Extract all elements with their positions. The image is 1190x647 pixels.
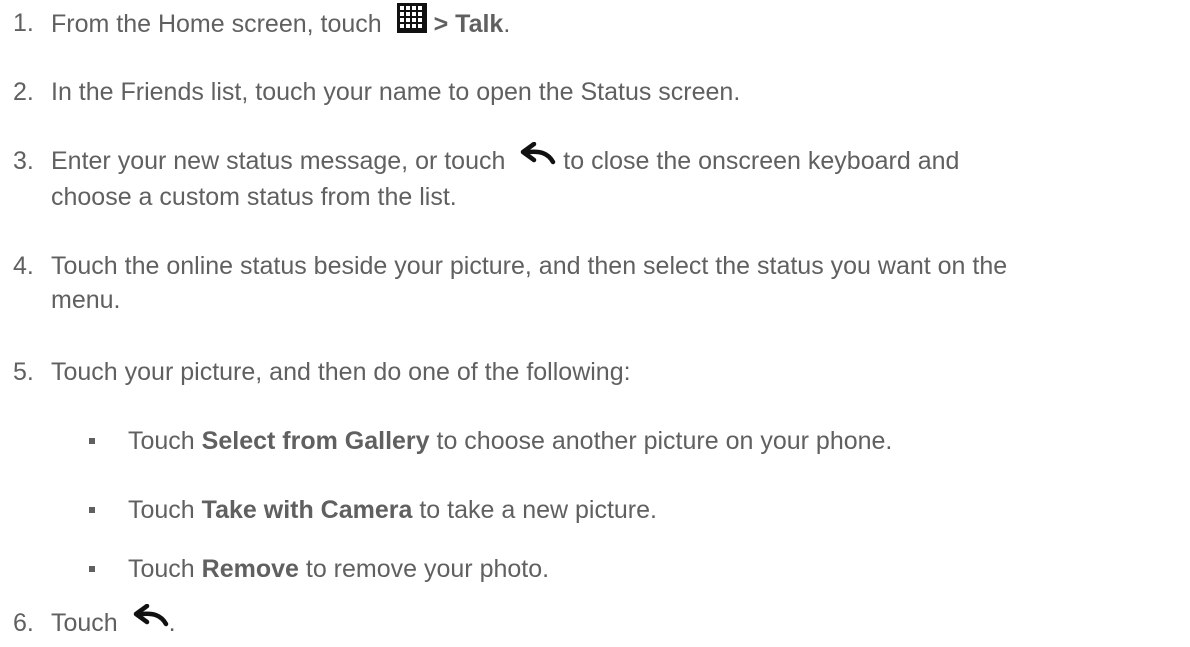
step-text-line2: choose a custom status from the list. [51, 182, 457, 211]
bullet-pre: Touch [128, 555, 202, 583]
bullet-post: to choose another picture on your phone. [429, 427, 893, 455]
step-text: Touch . [51, 603, 1163, 642]
bullet-bold: Select from Gallery [201, 427, 430, 455]
step-text: Enter your new status message, or touch … [51, 141, 1163, 214]
step-number: 4. [13, 252, 34, 280]
step-text-pre: From the Home screen, touch [51, 10, 382, 39]
step-5: 5. Touch your picture, and then do one o… [13, 355, 1163, 389]
step-number: 6. [13, 609, 34, 637]
step-number: 2. [13, 78, 34, 106]
bullet-square-icon [85, 552, 128, 586]
bullet-text: Touch Select from Gallery to choose anot… [128, 424, 892, 458]
bullet-text: Touch Remove to remove your photo. [128, 552, 549, 586]
step-6: 6. Touch . [13, 603, 1163, 642]
sub-option-bullet: Touch Remove to remove your photo. [85, 552, 1165, 586]
step-2: 2. In the Friends list, touch your name … [13, 75, 1163, 109]
sub-option-bullet: Touch Take with Camera to take a new pic… [85, 493, 1165, 527]
step-text-post: . [503, 10, 511, 39]
bullet-post: to take a new picture. [412, 496, 657, 524]
bullet-square-icon [85, 424, 128, 458]
step-number: 1. [13, 9, 34, 37]
step-text-pre: Touch [51, 609, 118, 637]
step-text-post: to close the onscreen keyboard and [556, 147, 960, 175]
bullet-text: Touch Take with Camera to take a new pic… [128, 493, 657, 527]
step-text: Touch the online status beside your pict… [51, 249, 1163, 317]
step-3: 3. Enter your new status message, or tou… [13, 141, 1163, 214]
back-arrow-icon [133, 603, 169, 639]
bullet-bold: Remove [201, 555, 299, 583]
bullet-pre: Touch [128, 427, 202, 455]
bullet-square-icon [85, 493, 128, 527]
back-arrow-icon [520, 141, 556, 177]
step-number: 5. [13, 358, 34, 386]
step-text-pre: Enter your new status message, or touch [51, 147, 506, 175]
step-text-line1: Touch the online status beside your pict… [51, 252, 1008, 280]
step-text-line2: menu. [51, 286, 121, 314]
step-4: 4. Touch the online status beside your p… [13, 249, 1163, 317]
sub-option-bullet: Touch Select from Gallery to choose anot… [85, 424, 1165, 458]
bullet-post: to remove your photo. [298, 555, 550, 583]
step-text: In the Friends list, touch your name to … [51, 78, 741, 106]
step-text: Touch your picture, and then do one of t… [51, 358, 631, 386]
bullet-bold: Take with Camera [201, 496, 413, 524]
step-1: 1. From the Home screen, touch > Talk. [13, 3, 1163, 45]
step-number: 3. [13, 147, 34, 175]
bullet-pre: Touch [128, 496, 202, 524]
step-text: From the Home screen, touch > Talk. [51, 3, 1163, 45]
apps-grid-icon [396, 3, 427, 42]
step-text-post: . [168, 609, 176, 637]
step-text-bold: > Talk [426, 10, 504, 39]
